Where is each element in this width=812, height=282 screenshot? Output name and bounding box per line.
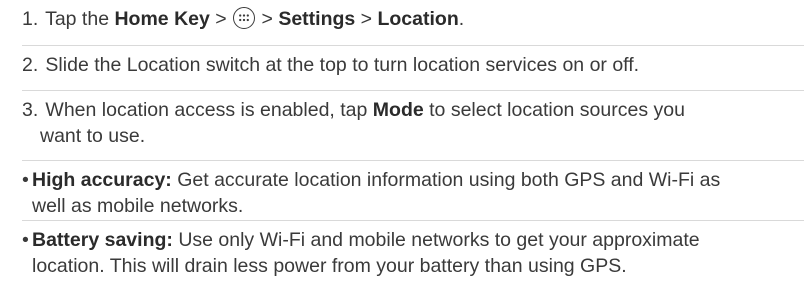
step-text: to select location sources you [429, 99, 685, 121]
step-number: 1. [22, 8, 39, 30]
step-2: 2. Slide the Location switch at the top … [22, 45, 804, 78]
bullet-text: Get accurate location information using … [177, 169, 721, 191]
step-3: 3. When location access is enabled, tap … [22, 90, 804, 149]
step-text: Tap the [45, 8, 110, 30]
mode-label: Mode [372, 99, 424, 121]
step-number: 2. [22, 54, 39, 76]
bullet-line-1: • Battery saving: Use only Wi-Fi and mobi… [22, 227, 804, 253]
high-accuracy-label: High accuracy: [32, 169, 172, 191]
step-1: 1. Tap the Home Key > > Settings > Locat… [22, 0, 804, 32]
bullet-line-2: well as mobile networks. [32, 195, 244, 217]
bullet-battery-saving: • Battery saving: Use only Wi-Fi and mobi… [22, 220, 804, 279]
step-3-line-1: 3. When location access is enabled, tap … [22, 97, 804, 123]
bullet-marker: • [22, 169, 29, 191]
bullet-line-1: • High accuracy: Get accurate location in… [22, 167, 804, 193]
separator: > [261, 8, 273, 30]
apps-icon [233, 7, 256, 29]
settings-label: Settings [278, 8, 356, 30]
instructions-document: 1. Tap the Home Key > > Settings > Locat… [0, 0, 812, 282]
step-2-line: 2. Slide the Location switch at the top … [22, 52, 804, 78]
bullet-line-2: location. This will drain less power fro… [32, 255, 627, 277]
location-label: Location [377, 8, 459, 30]
step-1-line: 1. Tap the Home Key > > Settings > Locat… [22, 6, 804, 32]
bullet-high-accuracy: • High accuracy: Get accurate location in… [22, 160, 804, 219]
period: . [458, 8, 465, 30]
bullet-text: Use only Wi-Fi and mobile networks to ge… [178, 229, 700, 251]
home-key-label: Home Key [114, 8, 210, 30]
separator: > [215, 8, 227, 30]
battery-saving-label: Battery saving: [32, 229, 173, 251]
step-text: When location access is enabled, tap [45, 99, 368, 121]
step-number: 3. [22, 99, 39, 121]
bullet-marker: • [22, 229, 29, 251]
step-text: Slide the Location switch at the top to … [45, 54, 640, 76]
separator: > [360, 8, 373, 30]
step-3-line-2: want to use. [40, 125, 146, 147]
